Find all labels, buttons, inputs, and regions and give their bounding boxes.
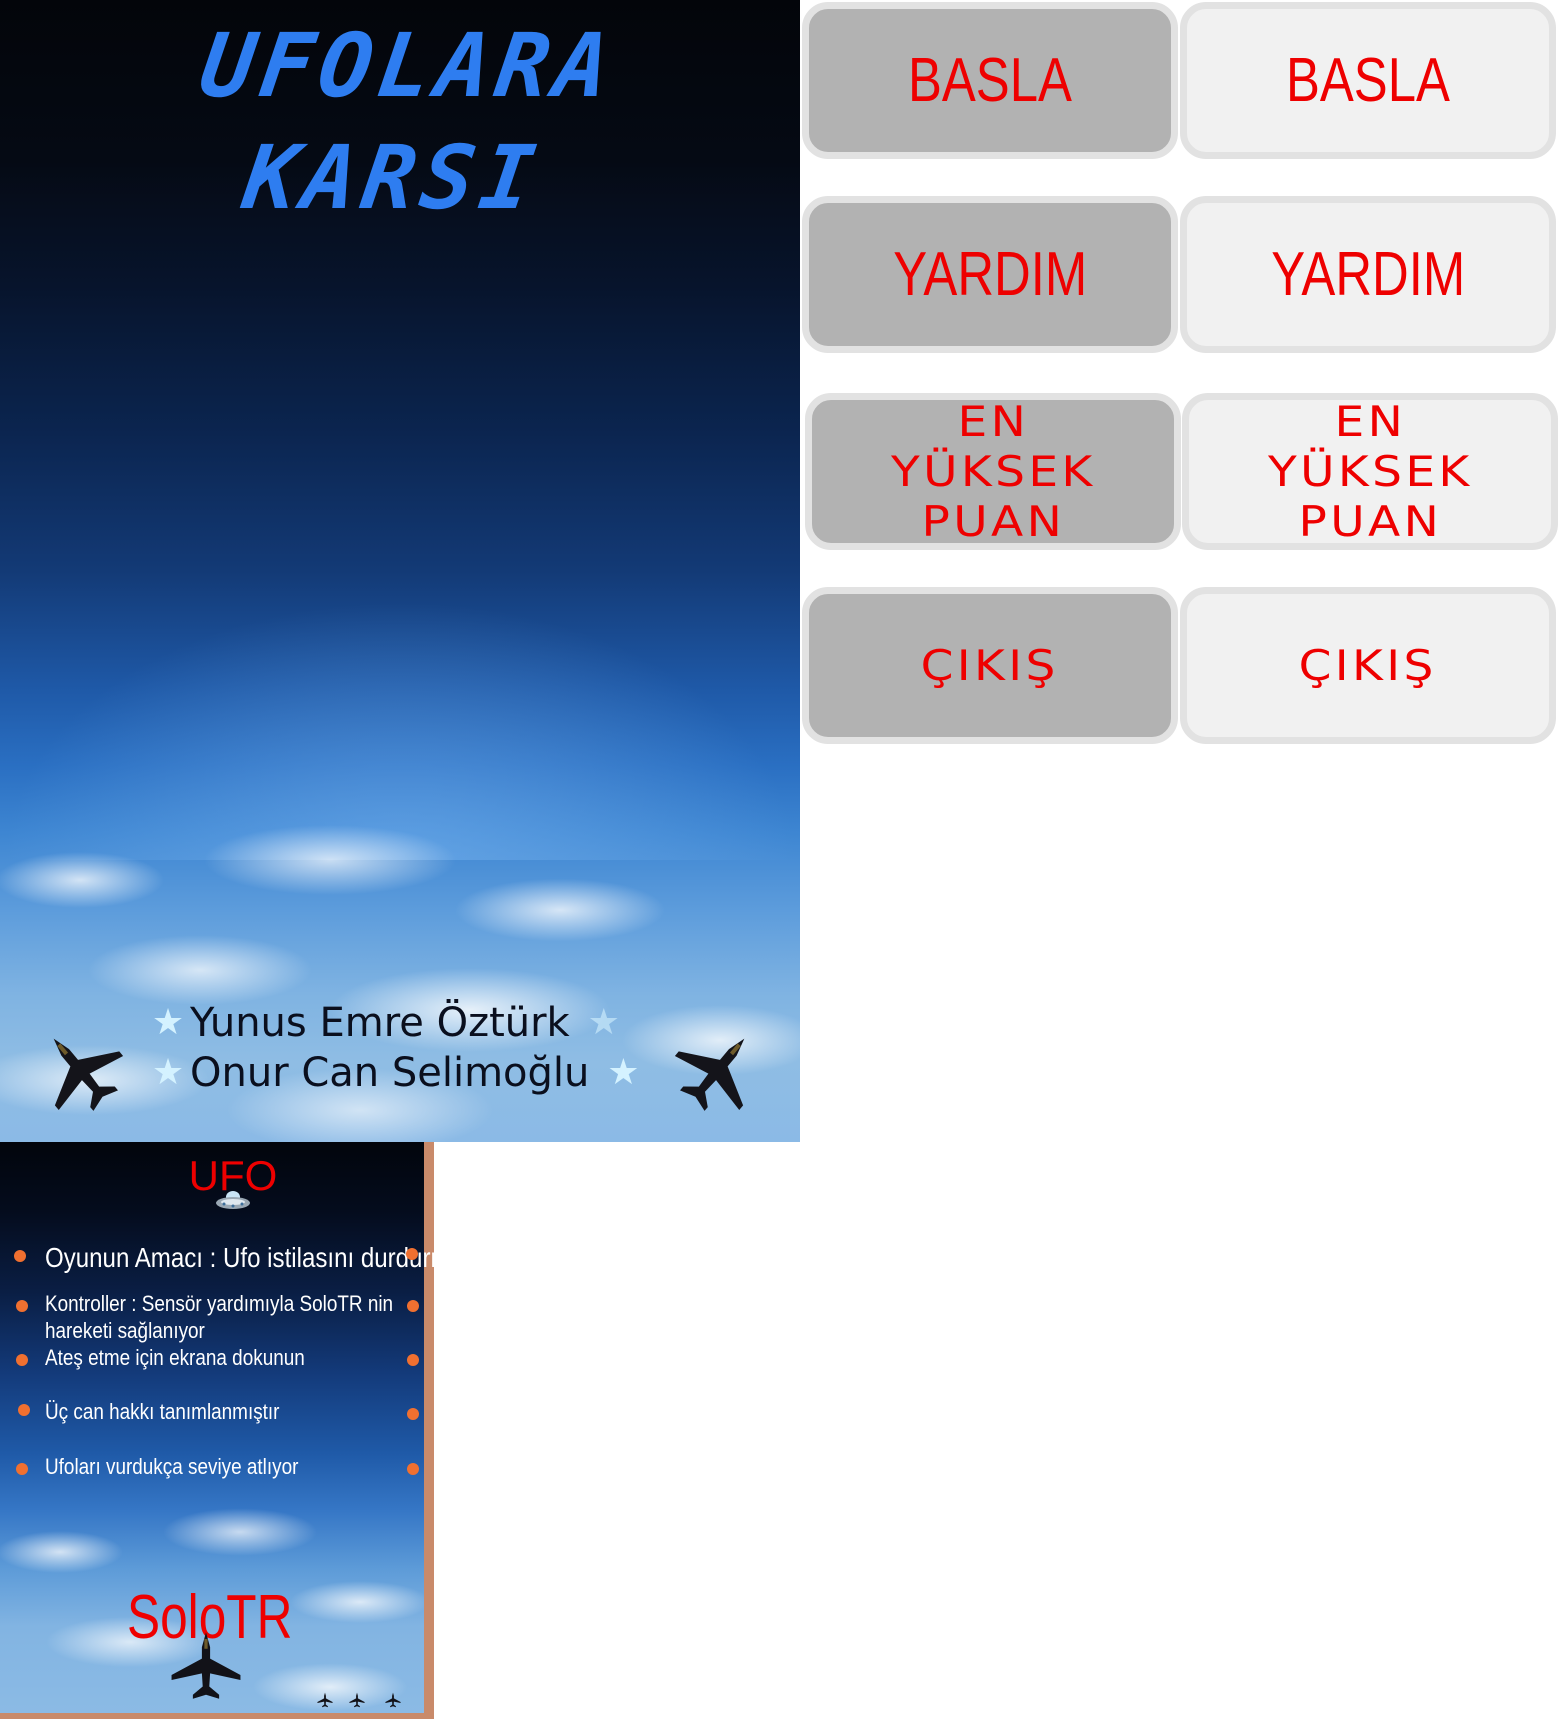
jet-icon-left (53, 1038, 124, 1111)
title-screen: UFOLARA KARSI ★ Yunus Emre Öztürk ★ ★ On… (0, 0, 800, 1142)
bullet-icon (14, 1250, 26, 1262)
star-icon: ★ (587, 1002, 620, 1043)
exit-button-pressed[interactable]: ÇIKIŞ (802, 587, 1178, 744)
game-title: UFOLARA KARSI (0, 10, 800, 234)
exit-button-label: ÇIKIŞ (1298, 640, 1438, 690)
help-list-item: Ufoları vurdukça seviye atlıyor (0, 1453, 424, 1483)
help-item-text: hareketi sağlanıyor (45, 1318, 205, 1343)
life-jet-icon (317, 1692, 333, 1708)
credit-name: Onur Can Selimoğlu (190, 1050, 590, 1096)
bullet-icon (16, 1354, 28, 1366)
help-item-text: Üç can hakkı tanımlanmıştır (45, 1399, 280, 1424)
credit-row: ★ Onur Can Selimoğlu ★ (146, 1048, 645, 1098)
highscore-button-label: EN YÜKSEK PUAN (891, 397, 1096, 547)
star-icon: ★ (151, 1052, 185, 1093)
help-list-item: Üç can hakkı tanımlanmıştır (0, 1398, 424, 1428)
life-jet-icon (349, 1692, 365, 1708)
star-icon: ★ (607, 1052, 640, 1093)
star-icon: ★ (151, 1002, 185, 1043)
bullet-icon (407, 1300, 419, 1312)
frame-border (424, 1142, 434, 1719)
start-button[interactable]: BASLA (1180, 2, 1556, 159)
start-button-pressed[interactable]: BASLA (802, 2, 1178, 159)
highscore-button[interactable]: EN YÜKSEK PUAN (1182, 393, 1558, 550)
frame-border (0, 1713, 434, 1719)
help-list-item: Oyunun Amacı : Ufo istilasını durdurmak (0, 1238, 434, 1278)
player-jet-icon (171, 1632, 241, 1699)
help-list-item: Ateş etme için ekrana dokunun (0, 1344, 424, 1374)
bullet-icon (16, 1463, 28, 1475)
credit-row: ★ Yunus Emre Öztürk ★ (146, 998, 645, 1048)
help-item-text: Oyunun Amacı : Ufo istilasını durdurmak (45, 1242, 434, 1273)
help-button[interactable]: YARDIM (1180, 196, 1556, 353)
start-button-label: BASLA (908, 46, 1072, 115)
bullet-icon (407, 1463, 419, 1475)
help-button-pressed[interactable]: YARDIM (802, 196, 1178, 353)
credits: ★ Yunus Emre Öztürk ★ ★ Onur Can Selimoğ… (146, 998, 645, 1098)
start-button-label: BASLA (1286, 46, 1450, 115)
credit-name: Yunus Emre Öztürk (190, 1000, 570, 1046)
help-item-text: Kontroller : Sensör yardımıyla SoloTR ni… (45, 1291, 394, 1316)
highscore-label-line: EN (957, 396, 1029, 446)
help-button-label: YARDIM (1271, 240, 1465, 309)
jet-icon-right (674, 1038, 745, 1111)
highscore-label-line: PUAN (1298, 496, 1442, 546)
bullet-icon (18, 1404, 30, 1416)
help-item-text: Ateş etme için ekrana dokunun (45, 1345, 305, 1370)
bullet-icon (16, 1300, 28, 1312)
highscore-label-line: PUAN (921, 496, 1065, 546)
bullet-icon (407, 1354, 419, 1366)
highscore-label-line: YÜKSEK (1267, 446, 1473, 496)
exit-button-label: ÇIKIŞ (920, 640, 1060, 690)
bullet-icon (407, 1408, 419, 1420)
help-item-text: Ufoları vurdukça seviye atlıyor (45, 1454, 299, 1479)
help-list-item: Kontroller : Sensör yardımıyla SoloTR ni… (0, 1290, 424, 1346)
help-screen: UFO Oyunun Amacı : Ufo istilasını durdur… (0, 1142, 434, 1719)
highscore-label-line: EN (1334, 396, 1406, 446)
game-title-line-2: KARSI (237, 126, 547, 229)
game-title-line-1: UFOLARA (194, 14, 622, 117)
bullet-icon (406, 1248, 418, 1260)
highscore-button-pressed[interactable]: EN YÜKSEK PUAN (805, 393, 1181, 550)
help-button-label: YARDIM (893, 240, 1087, 309)
highscore-label-line: YÜKSEK (890, 446, 1096, 496)
ufo-icon (216, 1191, 250, 1209)
exit-button[interactable]: ÇIKIŞ (1180, 587, 1556, 744)
highscore-button-label: EN YÜKSEK PUAN (1268, 397, 1473, 547)
life-jet-icon (385, 1692, 401, 1708)
